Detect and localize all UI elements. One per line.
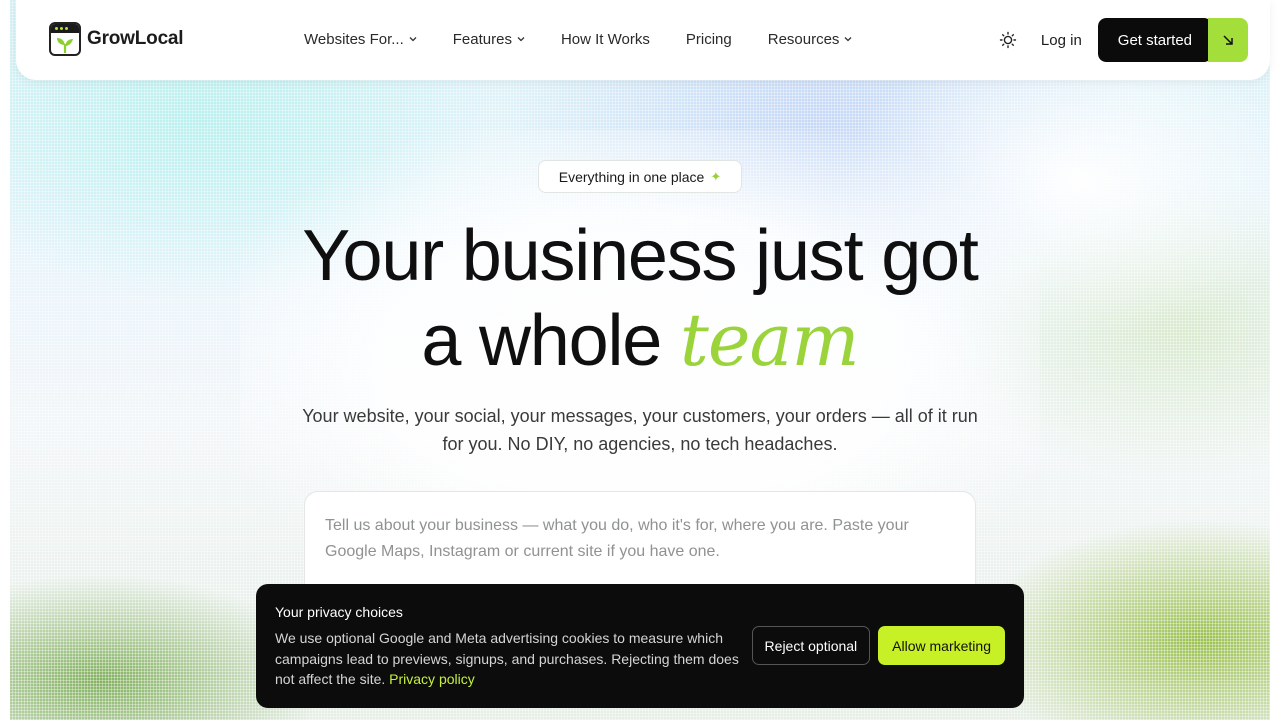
privacy-actions: Reject optional Allow marketing: [751, 626, 1005, 665]
menu-label: Features: [452, 30, 512, 48]
menu-label: Pricing: [685, 30, 732, 48]
get-started-button[interactable]: Get started: [1097, 18, 1248, 62]
privacy-title: Your privacy choices: [275, 604, 403, 620]
menu-label: Resources: [767, 30, 840, 48]
menu-label: How It Works: [560, 30, 650, 48]
allow-marketing-button[interactable]: Allow marketing: [878, 626, 1005, 665]
privacy-body: We use optional Google and Meta advertis…: [275, 630, 739, 687]
get-started-label: Get started: [1097, 18, 1212, 62]
chevron-down-icon: [517, 37, 525, 42]
menu-label: Websites For...: [304, 30, 404, 48]
nav-actions: Log in Get started: [999, 18, 1248, 62]
brand-logo[interactable]: GrowLocal: [49, 22, 184, 56]
headline-line-2-prefix: a whole: [421, 301, 680, 381]
menu-resources[interactable]: Resources: [768, 28, 853, 50]
headline-line-1: Your business just got: [302, 216, 979, 296]
reject-optional-button[interactable]: Reject optional: [751, 626, 871, 665]
sun-icon[interactable]: [999, 31, 1017, 49]
menu-pricing[interactable]: Pricing: [686, 28, 732, 50]
menu-how-it-works[interactable]: How It Works: [561, 28, 650, 50]
sparkle-icon: ✦: [710, 168, 722, 184]
chevron-down-icon: [409, 37, 417, 42]
sprout-window-icon: [49, 22, 81, 56]
privacy-banner: Your privacy choices We use optional Goo…: [256, 584, 1024, 708]
brand-name: GrowLocal: [87, 28, 184, 49]
hero-headline: Your business just got a whole team: [0, 214, 1280, 383]
privacy-policy-link[interactable]: Privacy policy: [389, 671, 475, 687]
menu-features[interactable]: Features: [453, 28, 525, 50]
headline-accent: team: [679, 298, 860, 382]
badge-label: Everything in one place: [558, 168, 705, 185]
login-link[interactable]: Log in: [1041, 32, 1082, 49]
main-menu: Websites For... Features How It Works Pr…: [304, 28, 852, 50]
input-placeholder: Tell us about your business — what you d…: [325, 517, 909, 560]
hero-subheadline: Your website, your social, your messages…: [302, 406, 978, 454]
top-navbar: GrowLocal Websites For... Features How I…: [16, 0, 1270, 80]
menu-websites-for[interactable]: Websites For...: [304, 28, 417, 50]
arrow-down-right-icon: [1208, 18, 1248, 62]
hero-badge: Everything in one place ✦: [538, 160, 742, 193]
chevron-down-icon: [844, 37, 852, 42]
privacy-text: We use optional Google and Meta advertis…: [275, 628, 745, 690]
